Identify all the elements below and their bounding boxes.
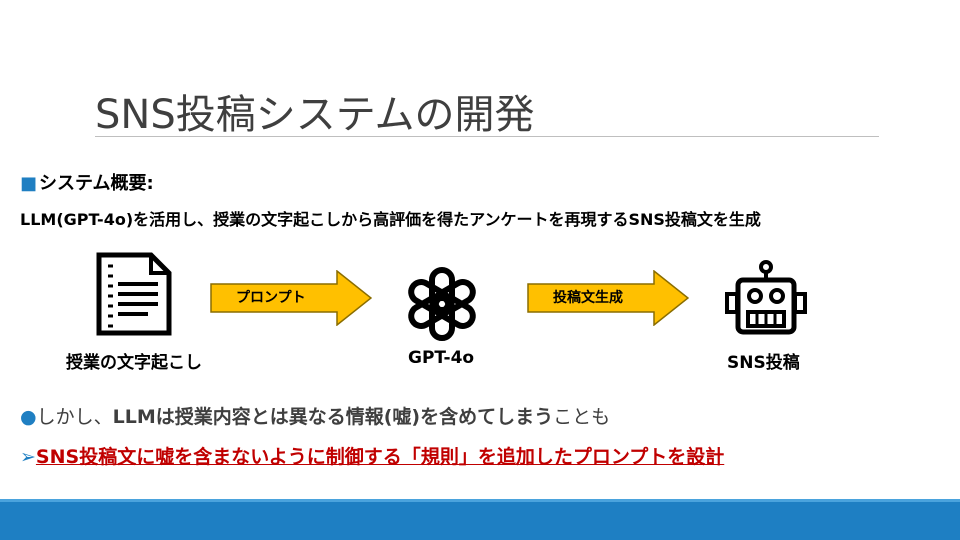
solution-text: SNS投稿文に嘘を含まないように制御する「規則」を追加したプロンプトを設計 [35,446,725,468]
section-heading-text: システム概要: [39,173,154,194]
slide-title: SNS投稿システムの開発 [95,92,535,138]
system-summary: LLM(GPT-4o)を活用し、授業の文字起こしから高評価を得たアンケートを再現… [20,210,761,229]
solution-point: ➢SNS投稿文に嘘を含まないように制御する「規則」を追加したプロンプトを設計 [20,442,724,469]
robot-icon [725,260,807,335]
square-bullet-icon: ■ [20,173,38,194]
footer-highlight-strip [0,499,960,502]
openai-logo-icon [408,267,476,341]
generate-arrow-label: 投稿文生成 [553,290,623,306]
document-icon [96,252,172,336]
issue-prefix: しかし、 [36,406,113,428]
footer-band [0,499,960,540]
issue-suffix: ことも [553,406,611,428]
issue-point: ●しかし、LLMは授業内容とは異なる情報(嘘)を含めてしまうことも [20,402,610,429]
prompt-arrow-label: プロンプト [236,290,306,306]
sns-post-caption: SNS投稿 [727,353,800,373]
title-divider [95,136,879,137]
issue-bold-text: LLMは授業内容とは異なる情報(嘘)を含めてしまう [112,406,554,428]
round-bullet-icon: ● [20,406,37,428]
section-heading: ■ システム概要: [20,169,154,195]
transcript-caption: 授業の文字起こし [66,353,202,373]
gpt-caption: GPT-4o [408,348,475,368]
arrow-bullet-icon: ➢ [20,446,36,468]
